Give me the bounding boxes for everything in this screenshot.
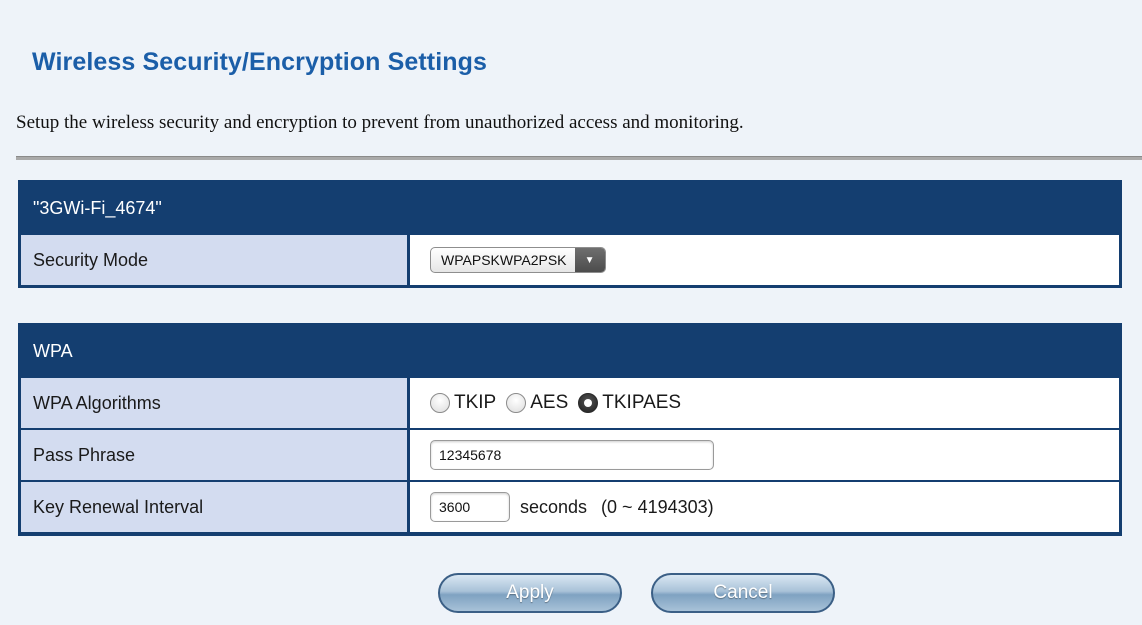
security-mode-selected-value: WPAPSKWPA2PSK [441,252,567,268]
radio-tkipaes[interactable] [578,393,599,413]
radio-option-aes[interactable]: AES [506,392,568,414]
ssid-settings-table: "3GWi-Fi_4674" Security Mode WPAPSKWPA2P… [18,180,1122,288]
wpa-header: WPA [33,340,73,361]
key-renewal-cell: seconds (0 ~ 4194303) [410,482,1119,532]
key-renewal-label: Key Renewal Interval [21,482,407,532]
radio-option-tkip[interactable]: TKIP [430,392,496,414]
page-title: Wireless Security/Encryption Settings [32,48,487,76]
security-mode-cell: WPAPSKWPA2PSK ▼ [410,235,1119,285]
radio-selected-dot [584,399,593,407]
ssid-header: "3GWi-Fi_4674" [33,197,162,218]
radio-tkip-label: TKIP [454,392,497,413]
page-description: Setup the wireless security and encrypti… [16,112,744,133]
pass-phrase-label: Pass Phrase [21,430,407,480]
wpa-algorithms-cell: TKIP AES TKIPAES [410,378,1119,428]
pass-phrase-cell [410,430,1119,480]
radio-aes[interactable] [506,393,527,413]
key-renewal-input[interactable] [430,492,510,522]
wpa-algorithms-radio-group: TKIP AES TKIPAES [430,392,691,414]
chevron-down-icon: ▼ [574,248,605,272]
cancel-button[interactable]: Cancel [651,573,835,613]
divider [16,156,1142,160]
radio-option-tkipaes[interactable]: TKIPAES [578,392,681,414]
wpa-settings-table: WPA WPA Algorithms TKIP AES TKIPAES Pass [18,323,1122,536]
apply-button[interactable]: Apply [438,573,622,613]
pass-phrase-input[interactable] [430,440,714,470]
pass-phrase-row: Pass Phrase [21,430,1119,480]
wpa-algorithms-row: WPA Algorithms TKIP AES TKIPAES [21,378,1119,428]
security-mode-label: Security Mode [21,235,407,285]
radio-aes-label: AES [530,392,569,413]
key-renewal-unit: seconds [520,496,588,517]
radio-tkipaes-label: TKIPAES [602,392,682,413]
radio-tkip[interactable] [430,393,450,413]
security-mode-select[interactable]: WPAPSKWPA2PSK ▼ [430,247,606,273]
key-renewal-row: Key Renewal Interval seconds (0 ~ 419430… [21,482,1119,532]
wpa-algorithms-label: WPA Algorithms [21,378,407,428]
key-renewal-range: (0 ~ 4194303) [601,496,714,517]
security-mode-row: Security Mode WPAPSKWPA2PSK ▼ [21,235,1119,285]
